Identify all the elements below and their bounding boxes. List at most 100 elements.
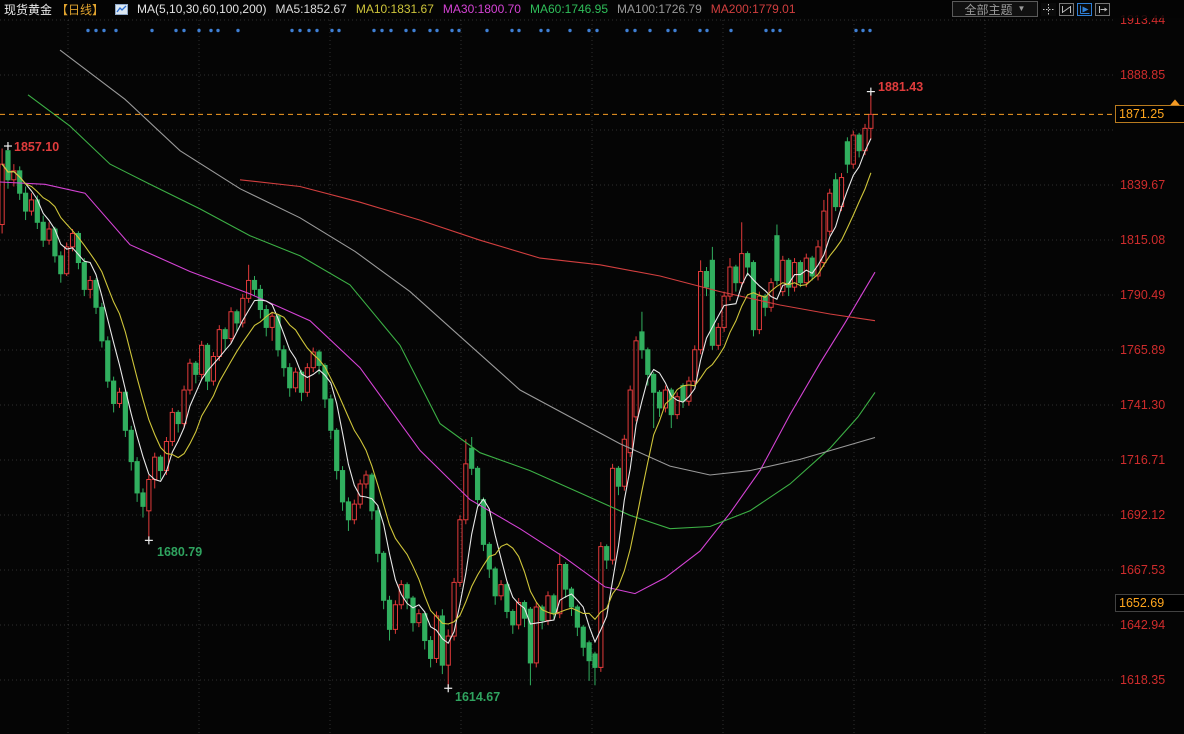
candle <box>176 412 180 423</box>
candle <box>387 600 391 629</box>
indicator-chart-icon[interactable] <box>115 4 128 15</box>
candlestick-chart[interactable]: 1857.101881.431680.791614.671913.441888.… <box>0 0 1184 734</box>
candle <box>282 350 286 368</box>
candle <box>393 605 397 630</box>
candle <box>851 135 855 164</box>
toolbar: 现货黄金 【日线】 MA(5,10,30,60,100,200) MA5:185… <box>0 0 1184 18</box>
candle <box>376 511 380 553</box>
event-dot <box>510 29 513 32</box>
candle <box>734 267 738 283</box>
candle <box>569 589 573 607</box>
candle <box>364 475 368 484</box>
candle <box>229 312 233 339</box>
event-dot <box>485 29 488 32</box>
candle <box>41 222 45 240</box>
candle <box>405 585 409 598</box>
axis-label: 1642.94 <box>1120 618 1165 632</box>
event-dot <box>868 29 871 32</box>
event-dot <box>698 29 701 32</box>
candle <box>681 386 685 402</box>
candle <box>18 171 22 193</box>
candle <box>751 263 755 330</box>
candle <box>370 475 374 511</box>
candle <box>129 430 133 461</box>
event-dot <box>337 29 340 32</box>
candle <box>652 374 656 392</box>
candle <box>775 236 779 281</box>
candle <box>352 504 356 520</box>
candle <box>522 603 526 619</box>
event-dot <box>209 29 212 32</box>
auto-play-icon[interactable] <box>1077 3 1092 16</box>
event-dot <box>539 29 542 32</box>
candle <box>382 553 386 600</box>
candle <box>141 493 145 506</box>
period-label[interactable]: 【日线】 <box>56 1 104 18</box>
ma30-value: MA30:1800.70 <box>443 2 521 16</box>
event-dot <box>86 29 89 32</box>
event-dot <box>457 29 460 32</box>
chart-controls: 全部主题 ▼ <box>952 1 1110 17</box>
candle <box>288 368 292 388</box>
axis-label: 1741.30 <box>1120 398 1165 412</box>
event-dot <box>150 29 153 32</box>
candle <box>23 193 27 211</box>
candle <box>740 254 744 283</box>
candle <box>182 390 186 424</box>
MA10-line <box>2 164 871 624</box>
event-dot <box>517 29 520 32</box>
candle <box>458 520 462 583</box>
candle <box>305 368 309 393</box>
event-dot <box>197 29 200 32</box>
candle <box>6 151 10 180</box>
candle <box>112 381 116 403</box>
event-dot <box>625 29 628 32</box>
candle <box>117 392 121 403</box>
candle <box>781 260 785 291</box>
axis-label: 1618.35 <box>1120 673 1165 687</box>
MA5-line <box>2 139 871 644</box>
candle <box>834 180 838 207</box>
candle <box>798 263 802 283</box>
candle <box>704 271 708 287</box>
pan-right-icon[interactable] <box>1095 3 1110 16</box>
scale-range-icon[interactable] <box>1059 3 1074 16</box>
event-dot <box>854 29 857 32</box>
event-dot <box>315 29 318 32</box>
event-dot <box>673 29 676 32</box>
event-dot <box>174 29 177 32</box>
candle <box>205 345 209 381</box>
secondary-price-value: 1652.69 <box>1119 596 1164 610</box>
candle <box>828 193 832 231</box>
candle <box>423 614 427 641</box>
candle <box>605 547 609 560</box>
event-dot <box>595 29 598 32</box>
event-dot <box>290 29 293 32</box>
candle <box>194 363 198 374</box>
price-annotation: 1680.79 <box>157 545 202 559</box>
candle <box>82 263 86 290</box>
ma-settings-label[interactable]: MA(5,10,30,60,100,200) <box>137 2 266 16</box>
candle <box>710 260 714 345</box>
themes-dropdown[interactable]: 全部主题 ▼ <box>952 1 1038 17</box>
price-annotation: 1881.43 <box>878 80 923 94</box>
MA60-line <box>28 95 875 529</box>
MA30-line <box>0 182 875 594</box>
candle <box>728 267 732 296</box>
ma-lines-layer <box>0 50 875 643</box>
candle <box>646 350 650 375</box>
themes-dropdown-label: 全部主题 <box>965 1 1013 18</box>
event-dot <box>216 29 219 32</box>
event-dot <box>380 29 383 32</box>
candle <box>511 611 515 624</box>
price-annotation: 1857.10 <box>14 140 59 154</box>
event-dot <box>236 29 239 32</box>
candle <box>552 596 556 614</box>
axis-label: 1765.89 <box>1120 343 1165 357</box>
candle <box>188 363 192 390</box>
axis-label: 1888.85 <box>1120 68 1165 82</box>
crosshair-move-icon[interactable] <box>1041 3 1056 16</box>
candle <box>869 114 873 128</box>
candle <box>640 332 644 350</box>
event-dot <box>94 29 97 32</box>
